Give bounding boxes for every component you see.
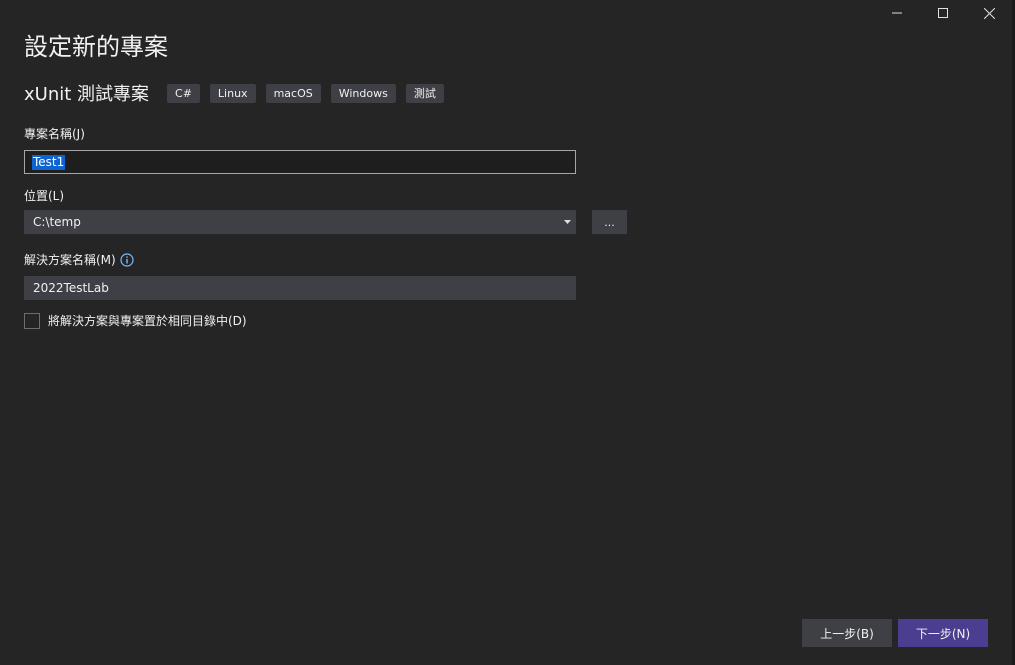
- same-directory-option[interactable]: 將解決方案與專案置於相同目錄中(D): [24, 312, 247, 329]
- solution-name-label-row: 解決方案名稱(M): [24, 251, 134, 268]
- project-name-value: Test1: [32, 154, 66, 170]
- location-value: C:\temp: [33, 215, 81, 229]
- minimize-icon: [892, 12, 902, 14]
- maximize-button[interactable]: [920, 0, 966, 26]
- new-project-dialog: 設定新的專案 xUnit 測試專案 C# Linux macOS Windows…: [0, 0, 1015, 665]
- page-title: 設定新的專案: [24, 33, 168, 61]
- tag-linux: Linux: [209, 83, 256, 103]
- close-button[interactable]: [966, 0, 1012, 26]
- tag-csharp: C#: [167, 83, 200, 103]
- same-directory-label[interactable]: 將解決方案與專案置於相同目錄中(D): [48, 312, 247, 329]
- back-button[interactable]: 上一步(B): [802, 619, 892, 647]
- location-label: 位置(L): [24, 189, 65, 203]
- tag-macos: macOS: [265, 83, 321, 103]
- dropdown-arrow-icon[interactable]: [564, 220, 571, 224]
- solution-name-value: 2022TestLab: [33, 281, 109, 295]
- same-directory-checkbox[interactable]: [24, 312, 40, 329]
- project-name-input[interactable]: Test1: [24, 150, 576, 174]
- window-controls: [874, 0, 1012, 26]
- browse-button[interactable]: ...: [592, 210, 627, 234]
- project-name-label: 專案名稱(J): [24, 127, 85, 141]
- tag-test: 測試: [405, 83, 444, 103]
- location-combobox[interactable]: C:\temp: [24, 210, 576, 234]
- maximize-icon: [938, 8, 948, 18]
- template-name: xUnit 測試專案: [24, 84, 150, 105]
- close-icon: [983, 7, 995, 19]
- solution-name-label: 解決方案名稱(M): [24, 253, 116, 267]
- template-header: xUnit 測試專案 C# Linux macOS Windows 測試: [24, 80, 454, 106]
- tag-windows: Windows: [330, 83, 396, 103]
- next-button[interactable]: 下一步(N): [898, 619, 988, 647]
- minimize-button[interactable]: [874, 0, 920, 26]
- info-icon[interactable]: [120, 252, 134, 267]
- solution-name-input[interactable]: 2022TestLab: [24, 276, 576, 300]
